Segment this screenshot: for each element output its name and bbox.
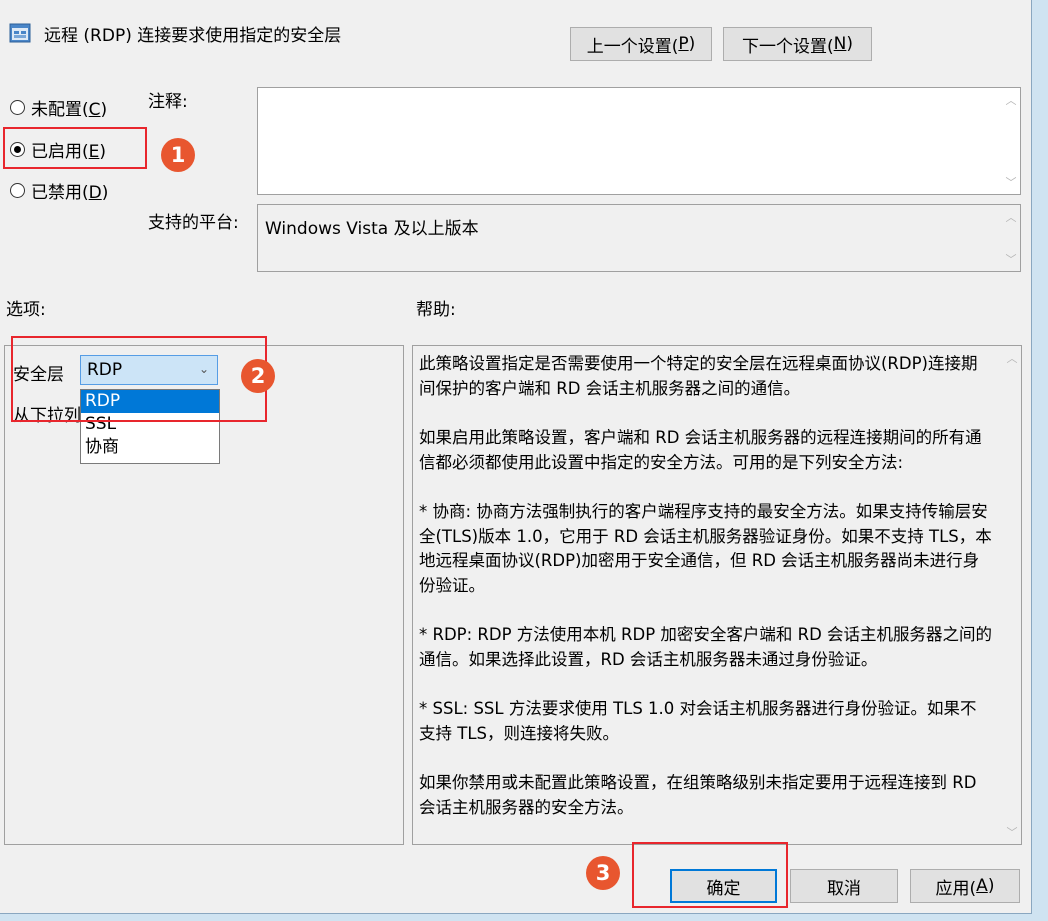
annotation-badge-1: 1 [161,138,195,172]
platform-scrollbar[interactable]: ︿ ﹀ [1002,205,1020,271]
radio-not-configured-label: 未配置( [31,100,89,120]
help-scrollbar[interactable]: ︿ ﹀ [1003,346,1021,844]
help-heading: 帮助: [416,300,456,320]
policy-setting-icon [9,23,31,43]
scroll-down-icon[interactable]: ﹀ [1007,824,1018,840]
previous-setting-accesskey: P [678,34,689,54]
help-paragraph: 此策略设置指定是否需要使用一个特定的安全层在远程桌面协议(RDP)连接期间保护的… [419,354,978,398]
radio-disabled-accesskey: D [88,183,102,203]
options-heading: 选项: [6,300,46,320]
policy-dialog: 远程 (RDP) 连接要求使用指定的安全层 上一个设置(P) 下一个设置(N) … [0,0,1032,914]
radio-disabled-paren: ) [101,183,109,203]
next-setting-button[interactable]: 下一个设置(N) [723,27,872,61]
previous-setting-paren: ) [688,34,696,54]
platform-label: 支持的平台: [148,213,239,233]
annotation-box-1 [3,127,147,169]
annotation-box-2 [11,336,267,422]
previous-setting-button[interactable]: 上一个设置(P) [570,27,712,61]
radio-not-configured-indicator[interactable] [10,100,25,115]
help-paragraph: * 协商: 协商方法强制执行的客户端程序支持的最安全方法。如果支持传输层安全(T… [419,502,992,595]
help-paragraph: 如果你禁用或未配置此策略设置，在组策略级别未指定要用于远程连接到 RD 会话主机… [419,773,977,817]
apply-accesskey: A [976,876,988,896]
next-setting-label: 下一个设置( [742,36,834,57]
apply-paren: ) [987,876,995,896]
scroll-up-icon[interactable]: ︿ [1006,92,1017,108]
dropdown-option-negotiate[interactable]: 协商 [81,436,219,459]
policy-title: 远程 (RDP) 连接要求使用指定的安全层 [44,26,342,46]
apply-button[interactable]: 应用(A) [910,869,1020,903]
cancel-button[interactable]: 取消 [790,869,898,903]
platform-value: Windows Vista 及以上版本 [265,219,479,239]
radio-not-configured[interactable]: 未配置(C) [10,95,107,120]
comment-scrollbar[interactable]: ︿ ﹀ [1002,88,1020,194]
next-setting-accesskey: N [833,34,847,54]
radio-disabled-label: 已禁用( [31,183,89,203]
help-text: 此策略设置指定是否需要使用一个特定的安全层在远程桌面协议(RDP)连接期间保护的… [419,352,993,845]
annotation-box-3 [632,842,788,908]
scroll-up-icon[interactable]: ︿ [1007,350,1018,366]
platform-field: Windows Vista 及以上版本 ︿ ﹀ [257,204,1021,272]
radio-disabled[interactable]: 已禁用(D) [10,178,108,203]
help-paragraph: * RDP: RDP 方法使用本机 RDP 加密安全客户端和 RD 会话主机服务… [419,625,993,669]
comment-textarea[interactable]: ︿ ﹀ [257,87,1021,195]
scroll-down-icon[interactable]: ﹀ [1006,251,1017,267]
scroll-down-icon[interactable]: ﹀ [1006,174,1017,190]
next-setting-paren: ) [846,34,853,54]
help-paragraph: 如果启用此策略设置，客户端和 RD 会话主机服务器的远程连接期间的所有通信都必须… [419,428,982,472]
help-paragraph: * SSL: SSL 方法要求使用 TLS 1.0 对会话主机服务器进行身份验证… [419,699,977,743]
comment-label: 注释: [148,92,188,112]
radio-not-configured-paren: ) [100,100,108,120]
previous-setting-label: 上一个设置( [586,36,679,57]
scroll-up-icon[interactable]: ︿ [1006,209,1017,225]
radio-not-configured-accesskey: C [88,100,101,120]
radio-disabled-indicator[interactable] [10,183,25,198]
apply-label: 应用( [935,878,977,899]
annotation-badge-3: 3 [586,856,620,890]
annotation-badge-2: 2 [241,359,275,393]
